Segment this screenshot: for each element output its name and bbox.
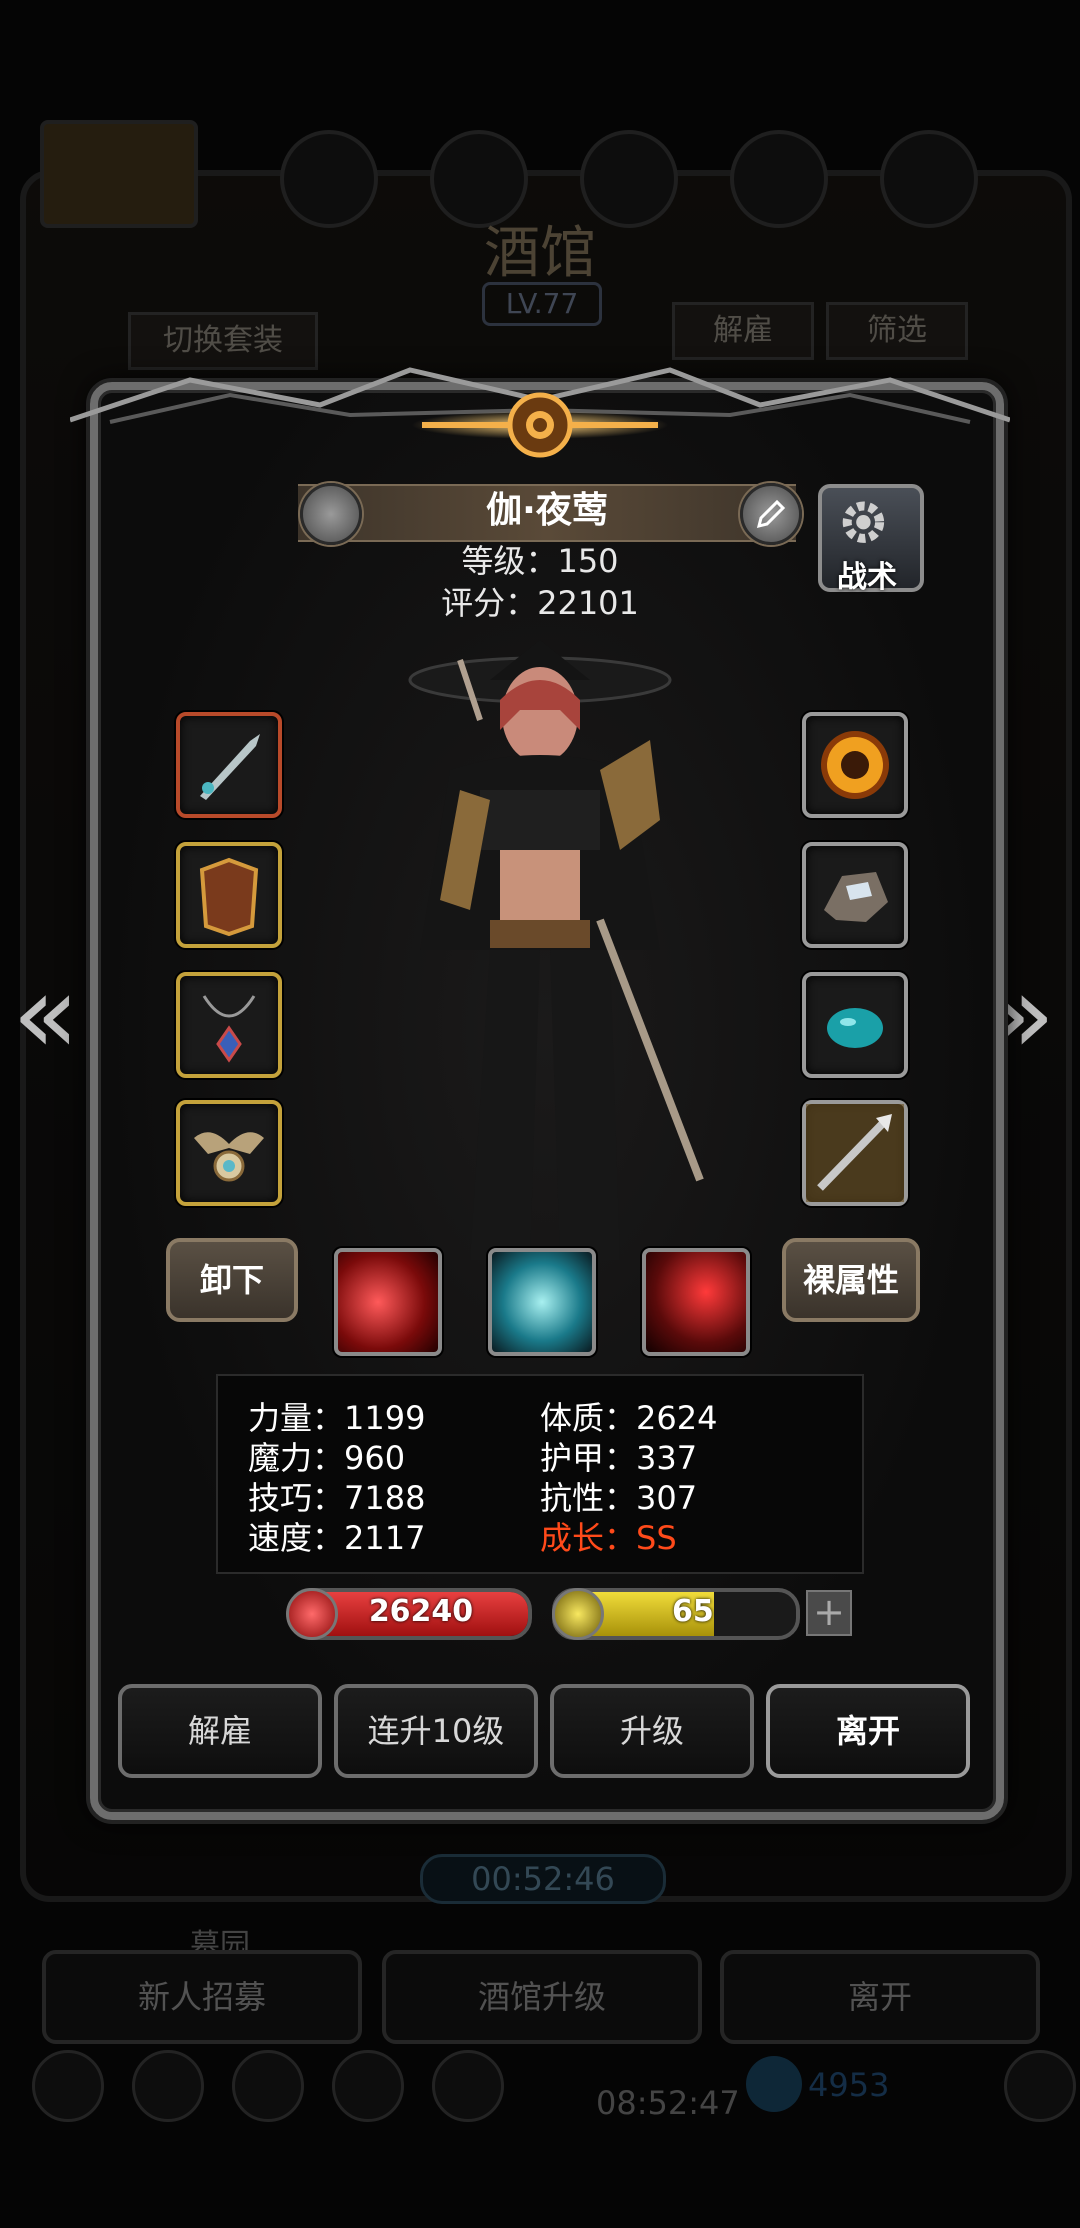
level-up-button[interactable]: 升级 <box>550 1684 754 1778</box>
gem-icon <box>746 2056 802 2112</box>
nav-icon-3[interactable] <box>232 2050 304 2122</box>
unequip-button[interactable]: 卸下 <box>166 1238 298 1322</box>
dismiss-button[interactable]: 解雇 <box>118 1684 322 1778</box>
stat-resistance: 抗性：307 <box>540 1479 698 1517</box>
armor-slot[interactable] <box>176 842 282 948</box>
hp-value: 26240 <box>368 1594 474 1629</box>
hero-name: 伽·夜莺 <box>486 490 608 531</box>
cyan-vortex-icon[interactable] <box>488 1248 596 1356</box>
nav-icon-4[interactable] <box>332 2050 404 2122</box>
stat-magic: 魔力：960 <box>248 1439 406 1477</box>
sun-emblem-icon <box>412 392 668 458</box>
stat-growth: 成长：SS <box>540 1519 677 1557</box>
bg-leave-button[interactable]: 离开 <box>720 1950 1040 2044</box>
nav-icon-2[interactable] <box>132 2050 204 2122</box>
leave-button[interactable]: 离开 <box>766 1684 970 1778</box>
gem-slot[interactable] <box>802 972 908 1078</box>
add-currency-icon[interactable] <box>1004 2050 1076 2122</box>
necklace-slot[interactable] <box>176 972 282 1078</box>
tactics-label: 战术 <box>837 560 897 595</box>
game-clock: 08:52:47 <box>596 2084 740 2122</box>
level-up-10-button[interactable]: 连升10级 <box>334 1684 538 1778</box>
turquoise-gem-icon <box>827 1008 883 1048</box>
currency-amount: 4953 <box>808 2066 890 2104</box>
tavern-level: LV.77 <box>482 282 602 326</box>
recruit-timer: 00:52:46 <box>420 1854 666 1904</box>
amulet-slot[interactable] <box>176 1100 282 1206</box>
recruit-button[interactable]: 新人招募 <box>42 1950 362 2044</box>
lightning-icon <box>552 1588 604 1640</box>
ore-stone-icon <box>824 872 888 922</box>
filter-button[interactable]: 筛选 <box>826 302 968 360</box>
stat-skill: 技巧：7188 <box>248 1479 426 1517</box>
fire-ring-icon <box>821 731 889 799</box>
tavern-title: 酒馆 <box>484 221 596 286</box>
bg-dismiss-button[interactable]: 解雇 <box>672 302 814 360</box>
stat-speed: 速度：2117 <box>248 1519 426 1557</box>
stat-constitution: 体质：2624 <box>540 1399 718 1437</box>
chest-armor-icon <box>199 857 259 937</box>
energy-value: 65 <box>672 1594 714 1629</box>
dagger-icon <box>200 734 260 800</box>
necklace-icon <box>202 995 256 1063</box>
tavern-upgrade-button[interactable]: 酒馆升级 <box>382 1950 702 2044</box>
base-attributes-button[interactable]: 裸属性 <box>782 1238 920 1322</box>
ring-slot[interactable] <box>802 712 908 818</box>
relic-slot[interactable] <box>802 1100 908 1206</box>
stone-slot[interactable] <box>802 842 908 948</box>
nav-icon-1[interactable] <box>32 2050 104 2122</box>
red-slash-icon[interactable] <box>334 1248 442 1356</box>
stat-armor: 护甲：337 <box>540 1439 698 1477</box>
winged-amulet-icon <box>194 1132 264 1182</box>
blood-blade-icon[interactable] <box>642 1248 750 1356</box>
spear-relic-icon <box>806 1104 904 1202</box>
add-energy-button[interactable]: + <box>806 1590 852 1636</box>
previous-hero-arrow-icon[interactable]: « <box>12 950 79 1078</box>
weapon-slot[interactable] <box>176 712 282 818</box>
nav-icon-5[interactable] <box>432 2050 504 2122</box>
heart-icon <box>286 1588 338 1640</box>
stat-strength: 力量：1199 <box>248 1399 426 1437</box>
